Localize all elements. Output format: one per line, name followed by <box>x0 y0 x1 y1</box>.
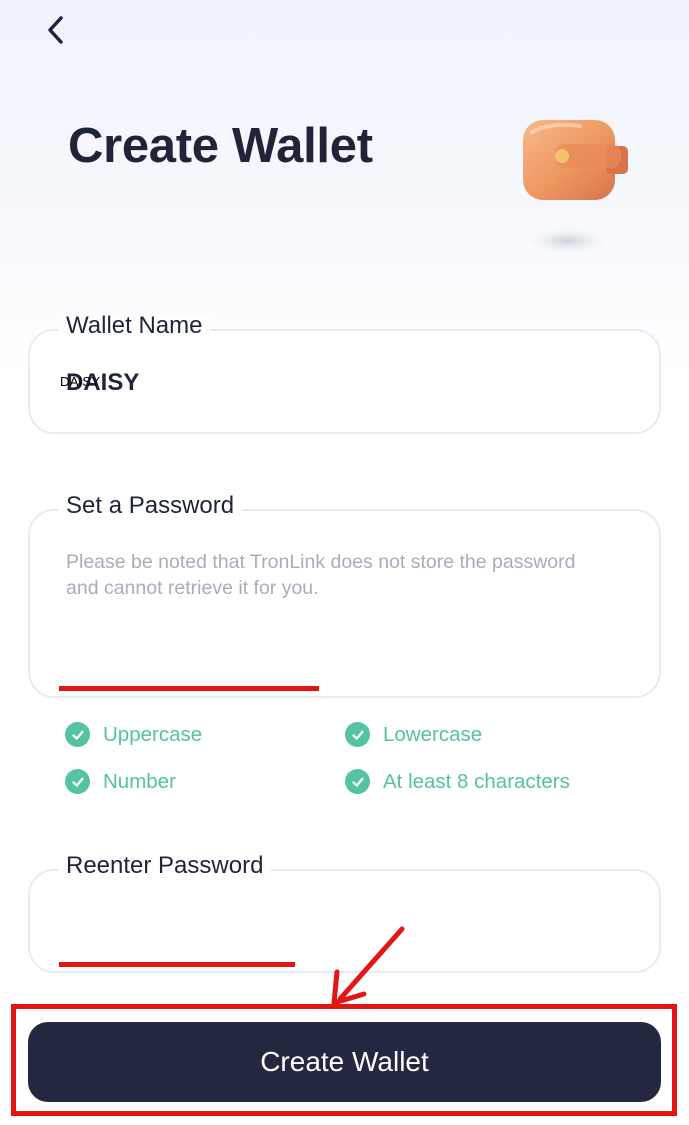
check-circle-icon <box>65 722 90 747</box>
set-password-field: Set a Password Please be noted that Tron… <box>28 492 661 698</box>
rule-label: Uppercase <box>103 722 203 746</box>
check-circle-icon <box>345 722 370 747</box>
annotation-underline <box>59 962 295 967</box>
wallet-name-field: Wallet Name DAISY <box>28 312 661 434</box>
rule-number: Number <box>65 769 176 794</box>
rule-label: At least 8 characters <box>383 769 570 793</box>
rule-label: Number <box>103 769 176 793</box>
page-title: Create Wallet <box>68 119 373 173</box>
wallet-icon <box>523 120 628 254</box>
rule-uppercase: Uppercase <box>65 722 202 747</box>
create-wallet-button[interactable]: Create Wallet <box>28 1022 661 1102</box>
create-wallet-button-label: Create Wallet <box>260 1046 429 1077</box>
reenter-password-input[interactable] <box>60 871 629 971</box>
rule-min-length: At least 8 characters <box>345 769 570 794</box>
set-password-input[interactable] <box>60 511 629 696</box>
reenter-password-field: Reenter Password <box>28 852 661 973</box>
rule-lowercase: Lowercase <box>345 722 482 747</box>
back-button[interactable] <box>36 10 76 50</box>
password-rules: Uppercase Lowercase Number At least 8 ch… <box>65 718 625 808</box>
annotation-underline <box>59 686 319 691</box>
rule-label: Lowercase <box>383 722 483 746</box>
check-circle-icon <box>345 769 370 794</box>
wallet-name-input[interactable] <box>60 331 629 432</box>
check-circle-icon <box>65 769 90 794</box>
chevron-left-icon <box>48 16 63 44</box>
